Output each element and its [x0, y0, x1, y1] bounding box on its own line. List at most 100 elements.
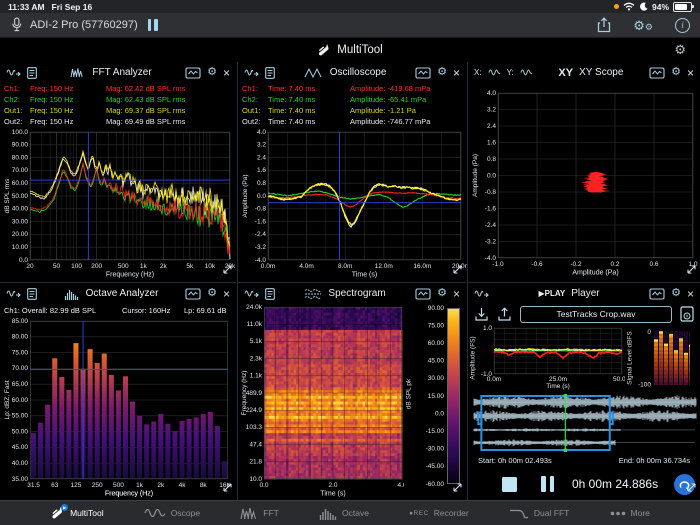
playback-time: 0h 00m 24.886s: [572, 477, 658, 491]
panel-player: ▶PLAY Player ⚙ × TestTracks Crop.wav Amp…: [467, 282, 700, 500]
player-level-meter: [634, 325, 690, 391]
chart-style-icon[interactable]: [649, 67, 665, 79]
spectrogram-icon: [304, 288, 322, 300]
panel-title: FFT Analyzer: [92, 67, 151, 78]
octave-bars-icon: [64, 288, 80, 300]
readout-row: Ch2:Freq: 150 HzMag: 62.43 dB SPL rms: [0, 94, 236, 105]
octave-tab-icon: [319, 507, 337, 520]
expand-icon[interactable]: [222, 262, 233, 280]
panel-settings-gear-icon[interactable]: ⚙: [437, 67, 447, 78]
info-icon[interactable]: i: [675, 18, 690, 33]
player-meter-label: Signal Level dBFS: [625, 325, 634, 391]
tab-octave[interactable]: Octave: [319, 507, 369, 520]
expand-icon[interactable]: [222, 480, 233, 498]
panel-close-icon[interactable]: ×: [687, 288, 694, 300]
tab-multitool[interactable]: ▶ MultiTool: [50, 507, 104, 520]
chart-style-icon[interactable]: [185, 67, 201, 79]
multitool-icon: [317, 44, 331, 57]
panel-close-icon[interactable]: ×: [453, 67, 460, 79]
x-source-icon[interactable]: [488, 68, 501, 77]
fft-tab-icon: [240, 507, 258, 520]
fft-readouts: Ch1:Freq: 150 HzMag: 62.42 dB SPL rmsCh2…: [0, 83, 236, 127]
settings-gears-icon[interactable]: ⚙⚙: [633, 19, 653, 32]
device-name[interactable]: ADI-2 Pro (57760297): [30, 19, 138, 31]
selection-end-time: End: 0h 00m 36.734s: [619, 456, 690, 465]
player-waveform[interactable]: [472, 394, 697, 452]
panel-settings-gear-icon[interactable]: ⚙: [207, 67, 217, 78]
report-icon[interactable]: [27, 67, 37, 79]
octave-readout: Ch1: Overall: 82.99 dB SPL Cursor: 160Hz…: [0, 304, 236, 317]
pause-button[interactable]: [541, 476, 554, 492]
export-file-icon[interactable]: [497, 307, 512, 322]
tab-fft[interactable]: FFT: [240, 507, 279, 520]
wifi-icon: [623, 2, 635, 11]
octave-plot[interactable]: [0, 317, 236, 501]
panel-close-icon[interactable]: ×: [223, 288, 230, 300]
panel-title: Player: [571, 288, 599, 299]
fft-icon: [70, 67, 86, 78]
input-source-icon[interactable]: [474, 288, 489, 299]
fft-plot[interactable]: [0, 127, 236, 282]
pause-stream-button[interactable]: [148, 19, 158, 31]
colorbar-axis-label: dB SPL pk: [404, 304, 413, 484]
panel-settings-gear-icon[interactable]: ⚙: [671, 288, 681, 299]
microphone-icon[interactable]: [10, 17, 23, 33]
share-icon[interactable]: [597, 17, 611, 33]
input-source-icon[interactable]: [6, 67, 21, 78]
player-level-chart[interactable]: [477, 324, 625, 392]
expand-icon[interactable]: [686, 262, 697, 280]
readout-row: Ch1:Freq: 150 HzMag: 62.42 dB SPL rms: [0, 83, 236, 94]
panel-octave-analyzer: Octave Analyzer ⚙ × Ch1: Overall: 82.99 …: [0, 282, 236, 500]
input-source-icon[interactable]: [6, 288, 21, 299]
multitool-app: 11:33 AM Fri Sep 16 94% ADI-2 Pro (57760…: [0, 0, 700, 525]
panel-close-icon[interactable]: ×: [687, 67, 694, 79]
bottom-tab-bar: ▶ MultiTool Oscope FFT Octave ●REC Recor…: [0, 500, 700, 525]
chart-style-icon[interactable]: [185, 288, 201, 300]
stop-button[interactable]: [502, 477, 517, 492]
tab-recorder[interactable]: ●REC Recorder: [409, 508, 469, 518]
tab-more[interactable]: More: [610, 508, 650, 518]
panel-xy-scope: X: Y: XY XY Scope ⚙ ×: [467, 62, 700, 282]
input-source-icon[interactable]: [244, 67, 259, 78]
panel-settings-gear-icon[interactable]: ⚙: [437, 288, 447, 299]
panel-settings-gear-icon[interactable]: ⚙: [671, 67, 681, 78]
player-level-y-label: Amplitude (FS): [468, 325, 477, 391]
file-info-icon[interactable]: [680, 306, 694, 322]
device-toolbar: ADI-2 Pro (57760297) ⚙⚙ i: [0, 13, 700, 38]
import-file-icon[interactable]: [474, 307, 489, 322]
battery-percent: 94%: [652, 2, 669, 12]
panel-title: Octave Analyzer: [86, 288, 159, 299]
panel-fft-analyzer: FFT Analyzer ⚙ × Ch1:Freq: 150 HzMag: 62…: [0, 62, 236, 282]
chart-style-icon[interactable]: [649, 288, 665, 300]
dual-fft-tab-icon: [509, 507, 529, 519]
readout-row: Ch1:Time: 7.40 msAmplitude: -419.68 mPa: [238, 83, 466, 94]
report-icon[interactable]: [265, 67, 275, 79]
oscilloscope-plot[interactable]: [238, 127, 467, 282]
expand-icon[interactable]: [452, 480, 463, 498]
input-source-icon[interactable]: [244, 288, 259, 299]
readout-row: Out1:Freq: 150 HzMag: 69.37 dB SPL rms: [0, 105, 236, 116]
chart-style-icon[interactable]: [415, 67, 431, 79]
panel-close-icon[interactable]: ×: [223, 67, 230, 79]
tab-dual-fft[interactable]: Dual FFT: [509, 507, 569, 519]
multitool-settings-gear-icon[interactable]: ⚙: [674, 42, 686, 58]
panel-close-icon[interactable]: ×: [453, 288, 460, 300]
panel-title: Spectrogram: [328, 288, 385, 299]
spectrogram-plot[interactable]: [238, 304, 404, 501]
y-source-label: Y:: [507, 68, 514, 77]
y-source-icon[interactable]: [520, 68, 533, 77]
expand-icon[interactable]: [452, 262, 463, 280]
tab-oscope[interactable]: Oscope: [144, 507, 200, 519]
panel-spectrogram: Spectrogram ⚙ × dB SPL pk: [237, 282, 466, 500]
readout-row: Out1:Time: 7.40 msAmplitude: -1.21 Pa: [238, 105, 466, 116]
loaded-file-name[interactable]: TestTracks Crop.wav: [520, 306, 672, 323]
panel-settings-gear-icon[interactable]: ⚙: [207, 288, 217, 299]
expand-icon[interactable]: [686, 480, 697, 498]
readout-row: Ch2:Time: 7.40 msAmplitude: -65.41 mPa: [238, 94, 466, 105]
xy-plot[interactable]: [468, 83, 700, 282]
report-icon[interactable]: [265, 288, 275, 300]
report-icon[interactable]: [27, 288, 37, 300]
chart-style-icon[interactable]: [415, 288, 431, 300]
mic-active-indicator-icon: [614, 4, 619, 9]
rec-tab-icon: ●REC: [409, 510, 429, 517]
